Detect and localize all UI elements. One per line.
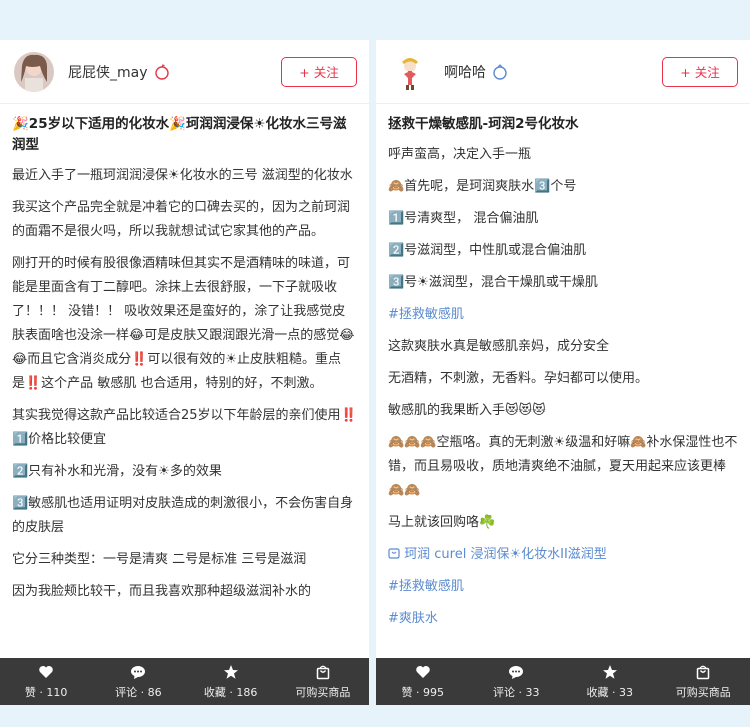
comment-count: 评论 · 33: [493, 685, 540, 699]
avatar[interactable]: [14, 51, 54, 92]
product-tag-icon: [388, 548, 400, 559]
post-header: 啊哈哈 + 关注: [376, 40, 750, 104]
post-content: 🎉25岁以下适用的化妆水🎉珂润润浸保☀化妆水三号滋润型 最近入手了一瓶珂润润浸保…: [0, 104, 369, 604]
post-panel-right: 啊哈哈 + 关注 拯救干燥敏感肌-珂润2号化妆水 呼声蛮高，决定入手一瓶 🙈首先…: [376, 40, 750, 705]
like-button[interactable]: 赞 · 995: [376, 658, 470, 705]
favorite-button[interactable]: 收藏 · 33: [563, 658, 657, 705]
comment-icon: [131, 665, 146, 679]
like-button[interactable]: 赞 · 110: [0, 658, 92, 705]
paragraph: 呼声蛮高，决定入手一瓶: [388, 147, 532, 162]
comment-icon: [509, 665, 524, 679]
paragraph: 刚打开的时候有股很像酒精味但其实不是酒精味的味道，可能是里面含有丁二醇吧。涂抹上…: [12, 256, 355, 391]
product-link[interactable]: 珂润 curel 浸润保☀化妆水II滋润型: [388, 543, 738, 567]
paragraph: 敏感肌的我果断入手😻😻😻: [388, 403, 546, 418]
paragraph: 其实我觉得这款产品比较适合25岁以下年龄层的亲们使用‼️1️⃣价格比较便宜: [12, 408, 357, 447]
paragraph: 我买这个产品完全就是冲着它的口碑去买的，因为之前珂润的面霜不是很火吗，所以我就想…: [12, 200, 351, 239]
paragraph: 1️⃣号清爽型， 混合偏油肌: [388, 211, 539, 226]
paragraph: 最近入手了一瓶珂润润浸保☀化妆水的三号 滋润型的化妆水: [12, 168, 353, 183]
hashtag-link[interactable]: #拯救敏感肌: [388, 575, 738, 599]
post-header: 屁屁侠_may + 关注: [0, 40, 369, 104]
shopping-bag-icon: [697, 665, 710, 679]
follow-button[interactable]: + 关注: [662, 56, 738, 87]
post-title: 🎉25岁以下适用的化妆水🎉珂润润浸保☀化妆水三号滋润型: [12, 116, 347, 153]
heart-icon: [39, 665, 53, 678]
paragraph: 🙈🙈🙈空瓶咯。真的无刺激☀级温和好嘛🙈补水保湿性也不错，而且易吸收，质地清爽绝不…: [388, 435, 738, 498]
paragraph: 3️⃣敏感肌也适用证明对皮肤造成的刺激很小，不会伤害自身的皮肤层: [12, 496, 354, 535]
comment-count: 评论 · 86: [115, 685, 162, 699]
favorite-count: 收藏 · 186: [203, 685, 258, 699]
favorite-count: 收藏 · 33: [586, 685, 634, 699]
shop-products-button[interactable]: 可购买商品: [657, 658, 750, 705]
avatar[interactable]: [390, 51, 430, 92]
like-count: 赞 · 995: [401, 685, 445, 699]
action-bar: 赞 · 110 评论 · 86 收藏 · 186 可购买商品: [0, 658, 369, 705]
paragraph: 这款爽肤水真是敏感肌亲妈，成分安全: [388, 339, 610, 354]
post-content: 拯救干燥敏感肌-珂润2号化妆水 呼声蛮高，决定入手一瓶 🙈首先呢，是珂润爽肤水3…: [376, 104, 750, 631]
paragraph: 🙈首先呢，是珂润爽肤水3️⃣个号: [388, 179, 577, 194]
hashtag-link[interactable]: #爽肤水: [388, 607, 738, 631]
paragraph: 无酒精，不刺激，无香料。孕妇都可以使用。: [388, 371, 649, 386]
shop-products-button[interactable]: 可购买商品: [277, 658, 369, 705]
shop-label: 可购买商品: [675, 685, 731, 699]
paragraph: 它分三种类型：一号是清爽 二号是标准 三号是滋润: [12, 552, 307, 567]
favorite-button[interactable]: 收藏 · 186: [185, 658, 277, 705]
paragraph: 马上就该回购咯☘️: [388, 515, 496, 530]
comment-button[interactable]: 评论 · 33: [470, 658, 564, 705]
action-bar: 赞 · 995 评论 · 33 收藏 · 33 可购买商品: [376, 658, 750, 705]
level-badge-icon: [154, 63, 169, 80]
star-icon: [602, 664, 617, 679]
paragraph: 因为我脸颊比较干，而且我喜欢那种超级滋润补水的: [12, 584, 312, 599]
star-icon: [223, 664, 238, 679]
shop-label: 可购买商品: [295, 685, 351, 699]
like-count: 赞 · 110: [24, 685, 68, 699]
paragraph: 3️⃣号☀滋润型，混合干燥肌或干燥肌: [388, 275, 598, 290]
shopping-bag-icon: [316, 665, 330, 679]
follow-button[interactable]: + 关注: [281, 56, 357, 87]
product-link-label: 珂润 curel 浸润保☀化妆水II滋润型: [404, 547, 607, 562]
level-badge-icon: [493, 63, 507, 80]
paragraph: 2️⃣只有补水和光滑，没有☀多的效果: [12, 464, 222, 479]
heart-icon: [416, 665, 430, 678]
hashtag-link[interactable]: #拯救敏感肌: [388, 303, 738, 327]
username[interactable]: 屁屁侠_may: [68, 62, 148, 82]
comment-button[interactable]: 评论 · 86: [92, 658, 184, 705]
post-title: 拯救干燥敏感肌-珂润2号化妆水: [388, 116, 579, 132]
paragraph: 2️⃣号滋润型，中性肌或混合偏油肌: [388, 243, 587, 258]
username[interactable]: 啊哈哈: [444, 62, 486, 82]
post-panel-left: 屁屁侠_may + 关注 🎉25岁以下适用的化妆水🎉珂润润浸保☀化妆水三号滋润型…: [0, 40, 369, 705]
